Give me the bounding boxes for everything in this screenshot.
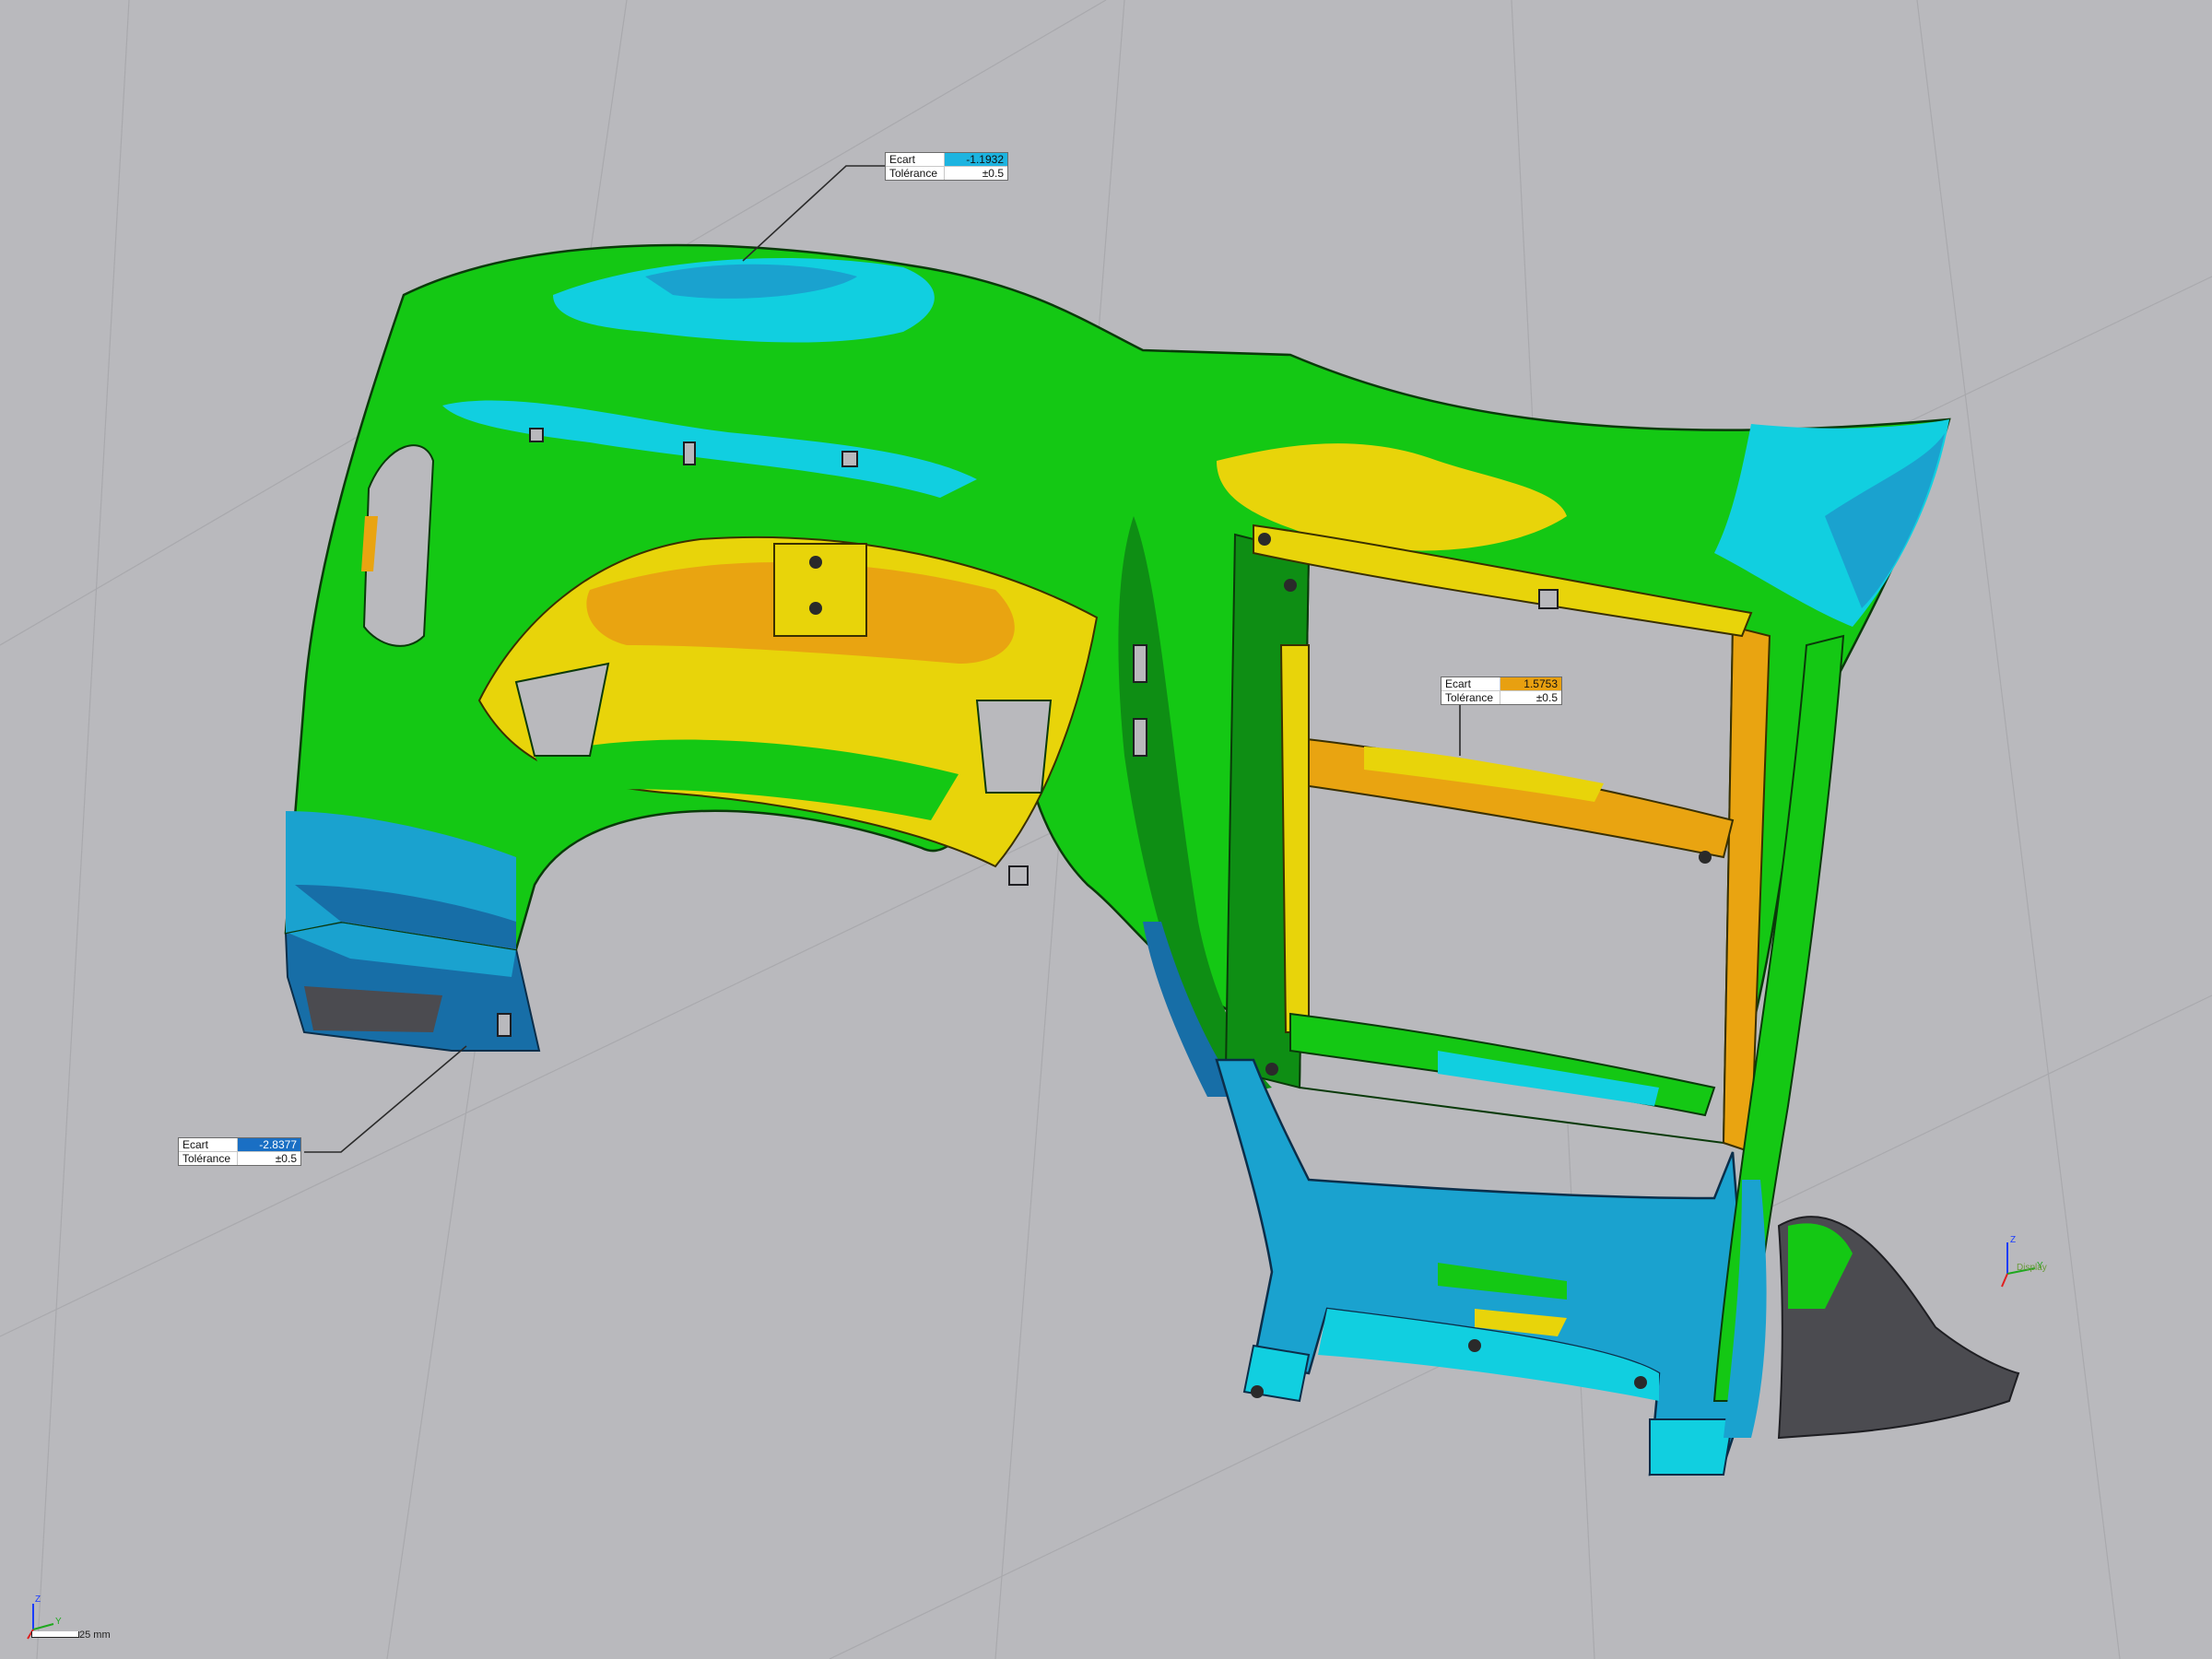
tolerance-label: Tolérance: [1441, 691, 1500, 704]
tolerance-value: ±0.5: [1535, 691, 1558, 704]
deviation-callout-2[interactable]: Ecart 1.5753 Tolérance ±0.5: [1441, 677, 1562, 705]
deviation-value: -1.1932: [945, 153, 1007, 166]
triad-view-label: Display: [2017, 1263, 2047, 1273]
3d-viewport[interactable]: Ecart -1.1932 Tolérance ±0.5 Ecart 1.575…: [0, 0, 2212, 1659]
triad-z-label: Z: [35, 1594, 41, 1605]
tolerance-label: Tolérance: [179, 1152, 238, 1165]
deviation-label: Ecart: [1441, 677, 1500, 690]
tolerance-label: Tolérance: [886, 167, 945, 180]
axis-triad-icon: Z Y Display: [1998, 1235, 2063, 1292]
deviation-value: -2.8377: [238, 1138, 300, 1151]
scale-label: 25 mm: [79, 1630, 111, 1641]
tolerance-value: ±0.5: [275, 1152, 297, 1165]
deviation-label: Ecart: [179, 1138, 238, 1151]
deviation-value: 1.5753: [1500, 677, 1561, 690]
tolerance-value: ±0.5: [982, 167, 1004, 180]
deviation-callout-3[interactable]: Ecart -2.8377 Tolérance ±0.5: [178, 1137, 301, 1166]
deviation-label: Ecart: [886, 153, 945, 166]
triad-z-label: Z: [2010, 1235, 2017, 1245]
deviation-colormap-model[interactable]: [0, 0, 2212, 1659]
scale-bar-icon: [31, 1631, 79, 1638]
triad-y-label: Y: [55, 1617, 62, 1627]
deviation-callout-1[interactable]: Ecart -1.1932 Tolérance ±0.5: [885, 152, 1008, 181]
